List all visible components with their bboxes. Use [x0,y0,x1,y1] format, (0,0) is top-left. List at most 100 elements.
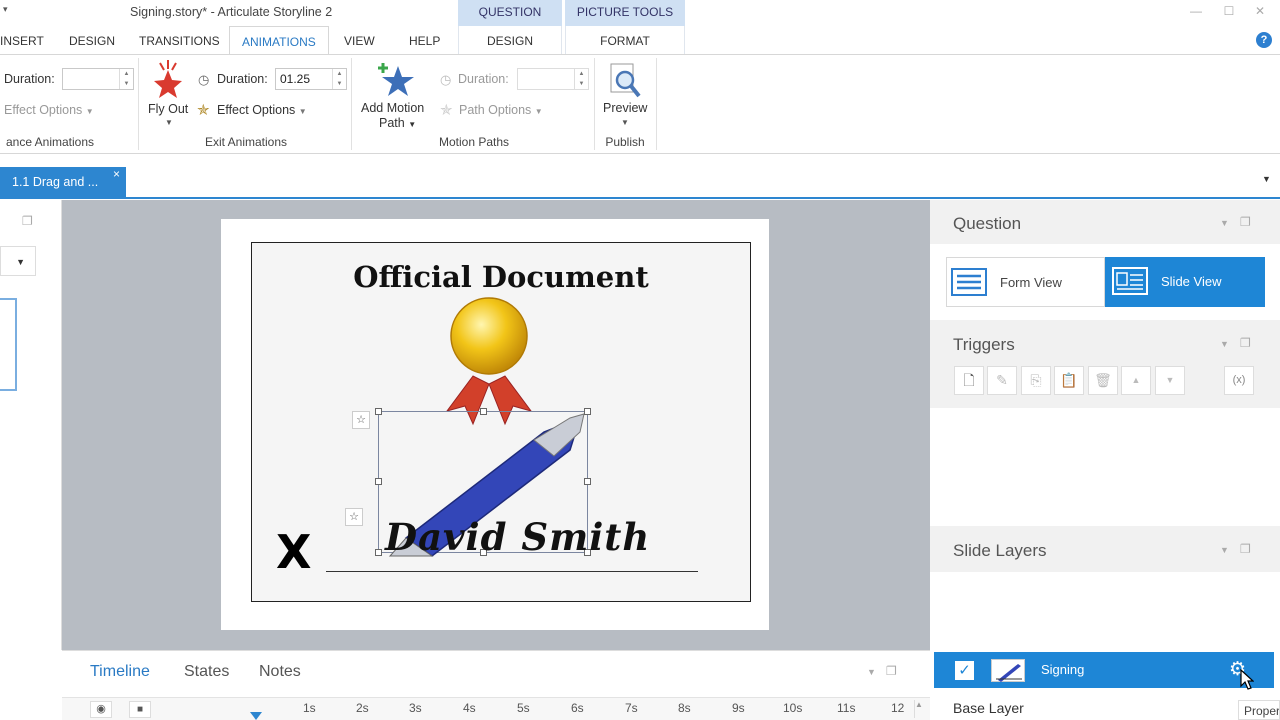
minimize-icon[interactable]: — [1186,4,1206,20]
tab-question-design[interactable]: DESIGN [458,26,562,54]
resize-handle[interactable] [375,408,382,415]
slide-thumbnail[interactable] [0,298,17,391]
playhead-icon[interactable] [250,712,262,720]
edit-trigger-icon[interactable]: ✎ [987,366,1017,395]
eye-icon[interactable]: ◉ [90,701,112,718]
form-view-icon [951,268,987,296]
time-tick: 3s [409,701,422,715]
variables-icon[interactable]: (x) [1224,366,1254,395]
animation-star-icon[interactable]: ☆ [352,411,370,429]
paste-trigger-icon[interactable]: 📋 [1054,366,1084,395]
resize-handle[interactable] [584,478,591,485]
form-view-label: Form View [1000,275,1062,290]
fly-out-dropdown-icon[interactable]: ▼ [165,118,173,127]
new-trigger-icon[interactable]: 🗋 [954,366,984,395]
copy-trigger-icon[interactable]: ⎘ [1021,366,1051,395]
tab-design[interactable]: DESIGN [69,26,115,54]
path-options[interactable]: Path Options ▼ [459,103,543,117]
base-layer-label[interactable]: Base Layer [953,700,1024,716]
animation-star-icon[interactable]: ☆ [345,508,363,526]
layer-row-signing[interactable] [934,652,1274,688]
exit-effect-options[interactable]: Effect Options ▼ [217,103,307,117]
scene-dropdown[interactable]: ▼ [0,246,36,276]
preview-label[interactable]: Preview [603,101,647,115]
add-motion-path-icon[interactable] [376,60,416,100]
time-tick: 10s [783,701,803,715]
preview-icon[interactable] [607,62,643,100]
quick-access-dropdown-icon[interactable]: ▾ [3,4,8,15]
tab-help[interactable]: HELP [409,26,440,54]
close-tab-icon[interactable]: × [113,167,120,181]
slide-view-label: Slide View [1161,274,1222,289]
signature-text[interactable]: David Smith [385,515,650,559]
preview-dropdown-icon[interactable]: ▼ [621,118,629,127]
fly-out-star-icon[interactable] [150,60,186,100]
time-tick: 2s [356,701,369,715]
lock-icon[interactable]: ■ [129,701,151,718]
maximize-icon[interactable]: ☐ [1219,4,1239,20]
resize-handle[interactable] [375,549,382,556]
slide-title[interactable]: Official Document [251,260,751,294]
move-up-icon[interactable]: ▲ [1121,366,1151,395]
effect-options-star-icon: ✯ [197,102,210,119]
layer-name[interactable]: Signing [1041,662,1084,677]
resize-handle[interactable] [584,408,591,415]
slide-view-icon [1112,267,1148,295]
entrance-effect-options[interactable]: Effect Options ▼ [4,103,94,117]
picture-tools-header: PICTURE TOOLS [565,0,685,26]
tab-insert[interactable]: INSERT [0,26,44,54]
restore-panel-icon[interactable]: ❐ [22,214,33,228]
medal-icon[interactable] [443,296,535,426]
add-motion-path-label-2[interactable]: Path ▼ [379,116,416,130]
form-view-button[interactable]: Form View [946,257,1105,307]
motion-duration-input[interactable]: ▲ ▼ [517,68,589,90]
fly-out-label[interactable]: Fly Out [148,102,188,116]
x-mark[interactable]: X [276,528,311,576]
move-down-icon[interactable]: ▼ [1155,366,1185,395]
layer-thumbnail [991,659,1025,682]
restore-panel-icon[interactable]: ❐ [1240,542,1251,556]
exit-duration-label: Duration: [217,72,268,86]
document-tab[interactable]: 1.1 Drag and ... [0,167,126,198]
tab-states[interactable]: States [184,663,229,681]
entrance-duration-input[interactable]: ▲ ▼ [62,68,134,90]
exit-duration-input[interactable]: 01.25 ▲ ▼ [275,68,347,90]
tab-list-dropdown-icon[interactable]: ▼ [1262,174,1271,184]
collapse-dropdown-icon[interactable]: ▼ [1220,545,1229,555]
ribbon-separator [138,58,139,150]
add-motion-path-label[interactable]: Add Motion [361,101,424,115]
resize-handle[interactable] [375,478,382,485]
properties-button[interactable]: Proper [1238,700,1280,720]
time-tick: 4s [463,701,476,715]
tab-transitions[interactable]: TRANSITIONS [139,26,220,54]
clock-icon: ◷ [440,72,452,87]
tab-picture-format[interactable]: FORMAT [565,26,685,54]
tab-animations[interactable]: ANIMATIONS [229,26,329,55]
slide-view-button[interactable]: Slide View [1105,257,1265,307]
tab-notes[interactable]: Notes [259,663,301,681]
restore-panel-icon[interactable]: ❐ [1240,336,1251,350]
time-tick: 11s [837,701,856,715]
collapse-dropdown-icon[interactable]: ▼ [867,667,876,677]
close-window-icon[interactable]: ✕ [1250,4,1270,20]
document-tab-bar [0,166,1280,199]
resize-handle[interactable] [480,408,487,415]
restore-panel-icon[interactable]: ❐ [886,664,897,678]
motion-duration-label: Duration: [458,72,509,86]
scroll-up-icon[interactable]: ▲ [914,700,924,718]
tab-timeline[interactable]: Timeline [90,663,150,681]
restore-panel-icon[interactable]: ❐ [1240,215,1251,229]
exit-group-label: Exit Animations [204,135,288,149]
document-tab-label: 1.1 Drag and ... [12,175,99,189]
triggers-panel-title: Triggers [953,335,1015,354]
collapse-dropdown-icon[interactable]: ▼ [1220,339,1229,349]
time-tick: 6s [571,701,584,715]
time-tick: 7s [625,701,638,715]
tab-view[interactable]: VIEW [344,26,375,54]
collapse-dropdown-icon[interactable]: ▼ [1220,218,1229,228]
help-icon[interactable]: ? [1256,32,1272,48]
window-title: Signing.story* - Articulate Storyline 2 [130,5,333,19]
time-tick: 9s [732,701,745,715]
layer-visibility-checkbox[interactable]: ✓ [955,661,974,680]
delete-trigger-icon[interactable]: 🗑 [1088,366,1118,395]
